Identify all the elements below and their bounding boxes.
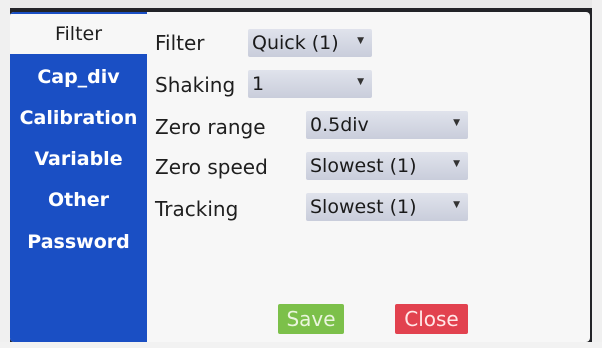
zero-range-select[interactable]: 0.5div ▼ <box>306 111 468 139</box>
zero-speed-select[interactable]: Slowest (1) ▼ <box>306 152 468 180</box>
filter-select-value: Quick (1) <box>252 32 339 54</box>
chevron-down-icon: ▼ <box>453 159 460 169</box>
sidebar-item-password[interactable]: Password <box>10 222 147 262</box>
chevron-down-icon: ▼ <box>453 200 460 210</box>
sidebar-item-label: Variable <box>34 148 123 170</box>
filter-label: Filter <box>155 31 205 55</box>
zero-speed-label: Zero speed <box>155 155 268 179</box>
sidebar-item-label: Other <box>47 189 110 211</box>
chevron-down-icon: ▼ <box>453 118 460 128</box>
sidebar-item-other[interactable]: Other <box>10 180 147 220</box>
bezel-right <box>592 0 602 348</box>
sidebar-item-calibration[interactable]: Calibration <box>10 98 147 138</box>
chevron-down-icon: ▼ <box>357 36 364 46</box>
zero-speed-select-value: Slowest (1) <box>310 155 417 177</box>
sidebar: Filter Cap_div Calibration Variable Othe… <box>10 12 147 342</box>
bezel-top <box>0 0 602 8</box>
zero-range-select-value: 0.5div <box>310 114 369 136</box>
tracking-select[interactable]: Slowest (1) ▼ <box>306 193 468 221</box>
sidebar-item-filter[interactable]: Filter <box>10 14 147 54</box>
touch-screen: Filter Cap_div Calibration Variable Othe… <box>10 12 590 342</box>
sidebar-item-label: Calibration <box>19 107 138 129</box>
bezel-left <box>0 0 10 348</box>
zero-range-label: Zero range <box>155 115 266 139</box>
bezel-bottom <box>0 342 602 348</box>
shaking-select[interactable]: 1 ▼ <box>248 70 372 98</box>
sidebar-item-label: Filter <box>54 23 103 45</box>
sidebar-item-variable[interactable]: Variable <box>10 139 147 179</box>
chevron-down-icon: ▼ <box>357 77 364 87</box>
sidebar-item-cap-div[interactable]: Cap_div <box>10 57 147 97</box>
sidebar-item-label: Password <box>27 231 130 253</box>
sidebar-item-label: Cap_div <box>37 66 120 88</box>
close-button[interactable]: Close <box>395 304 468 334</box>
device-bezel: Filter Cap_div Calibration Variable Othe… <box>0 0 602 348</box>
save-button[interactable]: Save <box>278 304 344 334</box>
filter-select[interactable]: Quick (1) ▼ <box>248 29 372 57</box>
tracking-label: Tracking <box>155 197 239 221</box>
shaking-select-value: 1 <box>252 73 265 95</box>
tracking-select-value: Slowest (1) <box>310 196 417 218</box>
shaking-label: Shaking <box>155 73 236 97</box>
